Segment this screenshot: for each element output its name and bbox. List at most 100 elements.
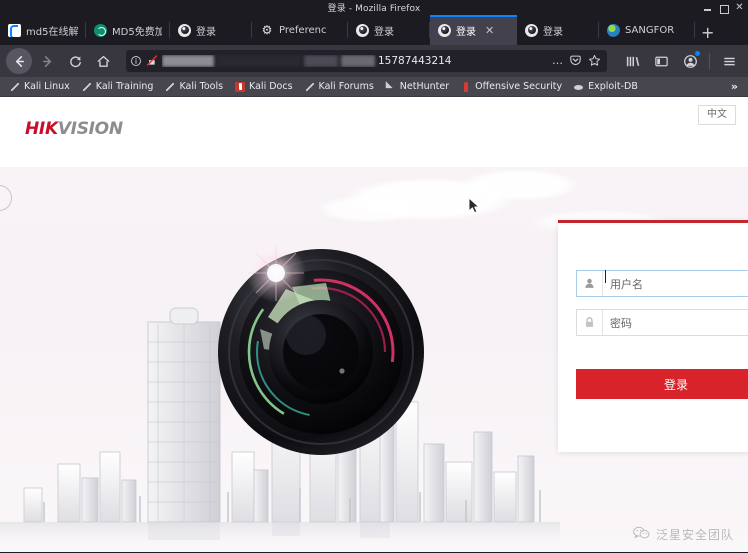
- tab-label: md5在线解: [26, 26, 78, 38]
- username-field[interactable]: 用户名: [576, 269, 748, 297]
- url-visible-text: 15787443214: [378, 55, 452, 67]
- tab-login-active[interactable]: 登录 ✕: [430, 15, 517, 45]
- hikvision-icon: [438, 23, 451, 37]
- star-icon[interactable]: [588, 52, 601, 71]
- toolbar-divider: [709, 53, 710, 69]
- tab-label: 登录: [196, 26, 216, 38]
- tab-md5-online[interactable]: md5在线解: [0, 15, 86, 45]
- close-tab-button[interactable]: ✕: [485, 25, 494, 36]
- bookmark-label: Exploit-DB: [588, 81, 638, 92]
- nethunter-icon: [386, 80, 396, 92]
- bookmark-label: Offensive Security: [475, 81, 563, 92]
- offensive-security-icon: [461, 81, 471, 92]
- bookmark-label: Kali Docs: [249, 81, 293, 92]
- tab-label: 登录: [543, 26, 563, 38]
- bookmark-label: Kali Tools: [179, 81, 224, 92]
- hikvision-icon: [356, 23, 369, 37]
- tab-login-3[interactable]: 登录: [517, 15, 599, 45]
- login-submit-button[interactable]: 登录: [576, 369, 748, 399]
- sangfor-icon: [607, 23, 620, 37]
- forward-arrow-icon[interactable]: [34, 48, 60, 74]
- page-actions-icon[interactable]: …: [552, 55, 563, 66]
- account-badge: [695, 51, 700, 56]
- hikvision-icon: [525, 23, 538, 37]
- user-icon: [577, 271, 603, 296]
- tab-bar: md5在线解 MD5免费加 登录 ⚙ Preferenc 登录 登录 ✕ 登录 …: [0, 15, 748, 45]
- info-circle-icon[interactable]: [130, 52, 142, 71]
- login-panel: 用户名 密码 登录: [558, 220, 748, 452]
- site-header: HIKVISION 中文: [0, 97, 748, 167]
- close-window-button[interactable]: ✕: [735, 2, 744, 13]
- url-redacted-segment: [217, 55, 301, 67]
- page-content: HIKVISION 中文 用户名 密码 登录 泛星安全团队: [0, 97, 748, 552]
- bookmark-kali-training[interactable]: Kali Training: [76, 78, 160, 96]
- tab-login-2[interactable]: 登录: [348, 15, 430, 45]
- window-title: 登录 - Mozilla Firefox: [327, 4, 421, 14]
- kali-dragon-icon: [165, 82, 175, 92]
- camera-lens-illustration: [218, 245, 424, 455]
- bookmark-label: Kali Forums: [318, 81, 374, 92]
- url-redacted-segment: [341, 55, 375, 67]
- bookmark-exploit-db[interactable]: Exploit-DB: [568, 78, 644, 96]
- home-icon[interactable]: [90, 48, 116, 74]
- tab-label: 登录: [374, 26, 394, 38]
- hikvision-logo: HIKVISION: [25, 119, 123, 139]
- bookmark-offensive-security[interactable]: Offensive Security: [455, 78, 568, 96]
- tab-preferences[interactable]: ⚙ Preferenc: [252, 15, 348, 45]
- bookmarks-overflow-button[interactable]: »: [725, 80, 744, 93]
- md5-online-icon: [8, 23, 21, 37]
- sidebar-icon[interactable]: [648, 48, 674, 74]
- hamburger-menu-icon[interactable]: [716, 48, 742, 74]
- bookmark-nethunter[interactable]: NetHunter: [380, 78, 455, 96]
- bookmark-label: NetHunter: [399, 81, 450, 92]
- account-icon[interactable]: [677, 48, 703, 74]
- bookmark-kali-tools[interactable]: Kali Tools: [159, 78, 229, 96]
- reload-icon[interactable]: [62, 48, 88, 74]
- watermark: 泛星安全团队: [633, 525, 734, 544]
- back-arrow-icon[interactable]: [6, 48, 32, 74]
- tab-login-1[interactable]: 登录: [170, 15, 252, 45]
- hero-section: 用户名 密码 登录 泛星安全团队: [0, 167, 748, 552]
- bookmark-kali-linux[interactable]: Kali Linux: [4, 78, 76, 96]
- lock-icon: [577, 310, 603, 335]
- bookmark-label: Kali Linux: [24, 81, 70, 92]
- window-titlebar: 登录 - Mozilla Firefox ✕: [0, 0, 748, 15]
- tab-label: SANGFOR: [625, 24, 675, 36]
- bookmark-label: Kali Training: [95, 81, 154, 92]
- kali-docs-icon: [235, 81, 246, 92]
- pocket-icon[interactable]: [569, 52, 582, 71]
- url-redacted-segment: [162, 55, 214, 67]
- password-placeholder: 密码: [610, 316, 632, 330]
- url-redacted-segment: [304, 55, 338, 67]
- text-caret: [605, 269, 606, 283]
- exploit-db-icon: [574, 82, 584, 92]
- language-switch-button[interactable]: 中文: [698, 105, 736, 125]
- bookmark-kali-docs[interactable]: Kali Docs: [229, 78, 298, 96]
- tab-sangfor[interactable]: SANGFOR: [599, 15, 695, 45]
- window-controls: ✕: [703, 0, 744, 15]
- library-icon[interactable]: [619, 48, 645, 74]
- wechat-icon: [633, 525, 650, 544]
- maximize-button[interactable]: [719, 3, 729, 14]
- logo-part-gray: VISION: [57, 119, 123, 139]
- broken-lock-icon[interactable]: [146, 52, 158, 71]
- watermark-text: 泛星安全团队: [655, 528, 734, 542]
- gear-icon: ⚙: [261, 23, 273, 37]
- tab-label: Preferenc: [279, 24, 327, 36]
- new-tab-button[interactable]: +: [695, 25, 720, 45]
- username-placeholder: 用户名: [603, 269, 643, 292]
- tab-label: 登录: [456, 26, 476, 38]
- bookmark-kali-forums[interactable]: Kali Forums: [299, 78, 380, 96]
- kali-dragon-icon: [82, 82, 92, 92]
- navigation-toolbar: 15787443214 …: [0, 45, 748, 77]
- kali-dragon-icon: [305, 82, 315, 92]
- bookmarks-bar: Kali Linux Kali Training Kali Tools Kali…: [0, 77, 748, 97]
- md5-free-icon: [94, 23, 107, 37]
- url-bar[interactable]: 15787443214 …: [126, 50, 607, 72]
- minimize-button[interactable]: [703, 3, 712, 13]
- logo-part-red: HIK: [25, 119, 58, 139]
- url-text[interactable]: 15787443214: [162, 55, 548, 67]
- password-field[interactable]: 密码: [576, 309, 748, 336]
- tab-md5-free[interactable]: MD5免费加: [86, 15, 170, 45]
- tab-label: MD5免费加: [112, 26, 162, 38]
